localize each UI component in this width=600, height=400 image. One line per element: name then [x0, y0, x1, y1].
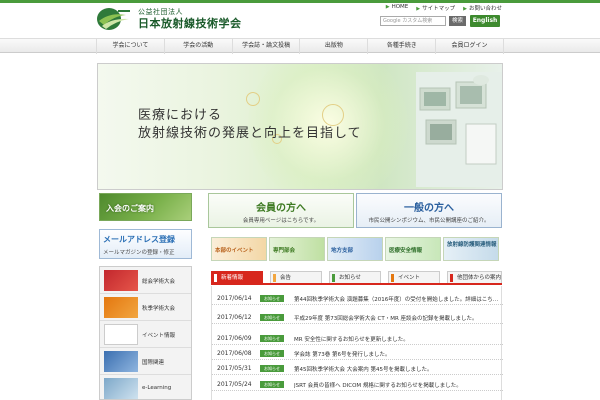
- hero-banner: 医療における 放射線技術の発展と向上を目指して: [97, 63, 503, 190]
- news-row[interactable]: 2017/06/09 お知らせ MR 安全性に関するお知らせを更新しました。: [212, 332, 503, 345]
- news-row[interactable]: 2017/06/08 お知らせ 学会誌 第73巻 第6号を発行しました。: [212, 347, 503, 360]
- general-box[interactable]: 一般の方へ 市民公開シンポジウム、市民公開講座のご紹介。: [356, 193, 502, 228]
- general-box-title: 一般の方へ: [404, 203, 454, 214]
- side-menu: 総会学術大会 秋季学術大会 イベント情報 国際関連 e-Learning: [99, 266, 192, 400]
- news-list: 2017/06/14 お知らせ 第44回秋季学術大会 演題募集（2016年度）の…: [211, 286, 503, 400]
- category-badge: お知らせ: [260, 295, 284, 302]
- elearning-thumbnail: [104, 378, 138, 399]
- mini-banner-hq-events[interactable]: 本部のイベント: [211, 237, 267, 261]
- news-link[interactable]: 第45回秋季学術大会 大会案内 第45号を掲載しました。: [294, 365, 499, 373]
- arrow-right-icon: ▶: [416, 6, 421, 12]
- hero-title-line2: 放射線技術の発展と向上を目指して: [138, 126, 362, 141]
- arrow-right-icon: ▶: [385, 4, 390, 10]
- side-item-elearning[interactable]: e-Learning: [100, 375, 191, 400]
- top-accent-bar: [0, 0, 600, 3]
- category-badge: お知らせ: [260, 365, 284, 372]
- news-row[interactable]: 2017/06/14 お知らせ 第44回秋季学術大会 演題募集（2016年度）の…: [212, 292, 503, 305]
- member-box-title: 会員の方へ: [256, 203, 306, 214]
- search-input[interactable]: Google カスタム検索: [380, 16, 446, 26]
- hero-ring-decoration: [246, 92, 260, 106]
- tab-notices[interactable]: 会告: [270, 271, 322, 283]
- society-logo-icon[interactable]: [96, 6, 132, 32]
- news-link[interactable]: MR 安全性に関するお知らせを更新しました。: [294, 335, 499, 343]
- nav-about[interactable]: 学会について: [96, 39, 165, 54]
- join-banner[interactable]: 入会のご案内: [99, 193, 192, 221]
- member-box-subtitle: 会員専用ページはこちらです。: [242, 218, 320, 224]
- news-link[interactable]: 平成29年度 第73回総会学術大会 CT・MR 座談会の記録を掲載しました。: [294, 314, 499, 322]
- side-item-autumn-meeting[interactable]: 秋季学術大会: [100, 294, 191, 321]
- medical-equipment-image: [416, 72, 502, 187]
- member-box[interactable]: 会員の方へ 会員専用ページはこちらです。: [208, 193, 354, 228]
- autumn-meeting-thumbnail: [104, 297, 138, 318]
- globe-thumbnail: [104, 351, 138, 372]
- global-nav: 学会について 学会の活動 学会誌・論文投稿 出版物 各種手続き 会員ログイン: [0, 38, 600, 54]
- news-link[interactable]: JSRT 会員の皆様へ DICOM 規格に関するお知らせを掲載しました。: [294, 381, 499, 389]
- english-button[interactable]: English: [470, 15, 500, 27]
- news-link[interactable]: 学会誌 第73巻 第6号を発行しました。: [294, 350, 499, 358]
- utility-links: ▶ HOME ▶ サイトマップ ▶ お問い合わせ: [386, 4, 502, 12]
- news-row[interactable]: 2017/05/31 お知らせ 第45回秋季学術大会 大会案内 第45号を掲載し…: [212, 362, 503, 375]
- mail-banner-subtitle: メールマガジンの登録・修正: [103, 250, 175, 256]
- mini-banner-committees[interactable]: 専門部会: [269, 237, 325, 261]
- nav-publications[interactable]: 出版物: [300, 39, 369, 54]
- nav-procedures[interactable]: 各種手続き: [368, 39, 437, 54]
- news-tabs: 新着情報 会告 お知らせ イベント 他団体からの案内: [211, 271, 502, 283]
- tab-events[interactable]: イベント: [388, 271, 440, 283]
- mail-registration-banner[interactable]: メールアドレス登録 メールマガジンの登録・修正: [99, 229, 192, 259]
- news-link[interactable]: 第44回秋季学術大会 演題募集（2016年度）の受付を開始しました。詳細はこちら…: [294, 295, 499, 303]
- category-badge: お知らせ: [260, 314, 284, 321]
- tab-other-orgs[interactable]: 他団体からの案内: [447, 271, 502, 283]
- mini-banner-radiation-protection[interactable]: 放射線防護関連情報: [443, 237, 499, 261]
- nav-activities[interactable]: 学会の活動: [165, 39, 233, 54]
- news-row[interactable]: 2017/06/12 お知らせ 平成29年度 第73回総会学術大会 CT・MR …: [212, 311, 503, 324]
- annual-meeting-thumbnail: [104, 270, 138, 291]
- calendar-icon: [104, 324, 138, 345]
- org-name[interactable]: 日本放射線技術学会: [138, 15, 242, 31]
- arrow-right-icon: ▶: [463, 6, 467, 12]
- side-item-international[interactable]: 国際関連: [100, 348, 191, 375]
- tab-announcements[interactable]: お知らせ: [329, 271, 381, 283]
- mini-banner-branches[interactable]: 地方支部: [327, 237, 383, 261]
- mini-banner-medical-safety[interactable]: 医療安全情報: [385, 237, 441, 261]
- nav-member-login[interactable]: 会員ログイン: [436, 39, 504, 54]
- category-badge: お知らせ: [260, 335, 284, 342]
- side-item-annual-meeting[interactable]: 総会学術大会: [100, 267, 191, 294]
- category-badge: お知らせ: [260, 381, 284, 388]
- utility-link-home[interactable]: ▶ HOME: [386, 4, 409, 12]
- tab-new[interactable]: 新着情報: [211, 271, 263, 283]
- mail-banner-title: メールアドレス登録: [103, 235, 175, 244]
- utility-link-contact[interactable]: ▶ お問い合わせ: [463, 4, 502, 12]
- search-button[interactable]: 検索: [449, 16, 466, 26]
- general-box-subtitle: 市民公開シンポジウム、市民公開講座のご紹介。: [368, 218, 490, 224]
- nav-journal[interactable]: 学会誌・論文投稿: [233, 39, 301, 54]
- tab-underline: [211, 283, 502, 285]
- utility-link-sitemap[interactable]: ▶ サイトマップ: [416, 4, 455, 12]
- hero-title-line1: 医療における: [138, 108, 223, 123]
- category-badge: お知らせ: [260, 350, 284, 357]
- news-row[interactable]: 2017/05/24 お知らせ JSRT 会員の皆様へ DICOM 規格に関する…: [212, 378, 503, 391]
- side-item-events[interactable]: イベント情報: [100, 321, 191, 348]
